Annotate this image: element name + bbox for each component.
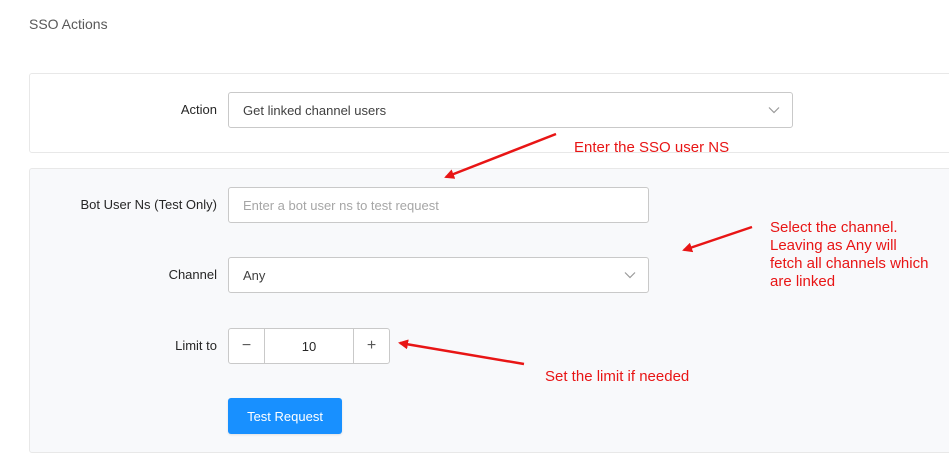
action-select-value: Get linked channel users — [243, 102, 387, 118]
increment-button[interactable]: + — [353, 329, 389, 363]
minus-icon: − — [241, 337, 252, 354]
limit-value[interactable]: 10 — [265, 329, 353, 363]
decrement-button[interactable]: − — [229, 329, 265, 363]
test-request-button[interactable]: Test Request — [228, 398, 342, 434]
annotation-channel-line: are linked — [770, 273, 836, 290]
annotation-limit: Set the limit if needed — [545, 368, 690, 385]
bot-user-ns-label: Bot User Ns (Test Only) — [80, 197, 217, 212]
chevron-down-icon — [768, 107, 780, 114]
channel-label: Channel — [168, 267, 217, 282]
plus-icon: + — [366, 337, 377, 354]
limit-stepper: − 10 + — [228, 328, 390, 364]
action-select[interactable]: Get linked channel users — [228, 92, 793, 128]
annotation-channel-line: fetch all channels which — [770, 255, 929, 272]
annotation-channel-line: Select the channel. — [770, 219, 898, 236]
action-label: Action — [180, 102, 217, 117]
bot-user-ns-input[interactable] — [228, 187, 649, 223]
channel-select-value: Any — [243, 267, 266, 283]
annotation-channel-line: Leaving as Any will — [770, 237, 897, 254]
chevron-down-icon — [624, 272, 636, 279]
channel-select[interactable]: Any — [228, 257, 649, 293]
page-title: SSO Actions — [29, 16, 108, 32]
limit-label: Limit to — [175, 338, 217, 353]
annotation-channel: Select the channel. Leaving as Any will … — [770, 219, 928, 291]
annotation-sso-user-ns: Enter the SSO user NS — [574, 139, 730, 156]
